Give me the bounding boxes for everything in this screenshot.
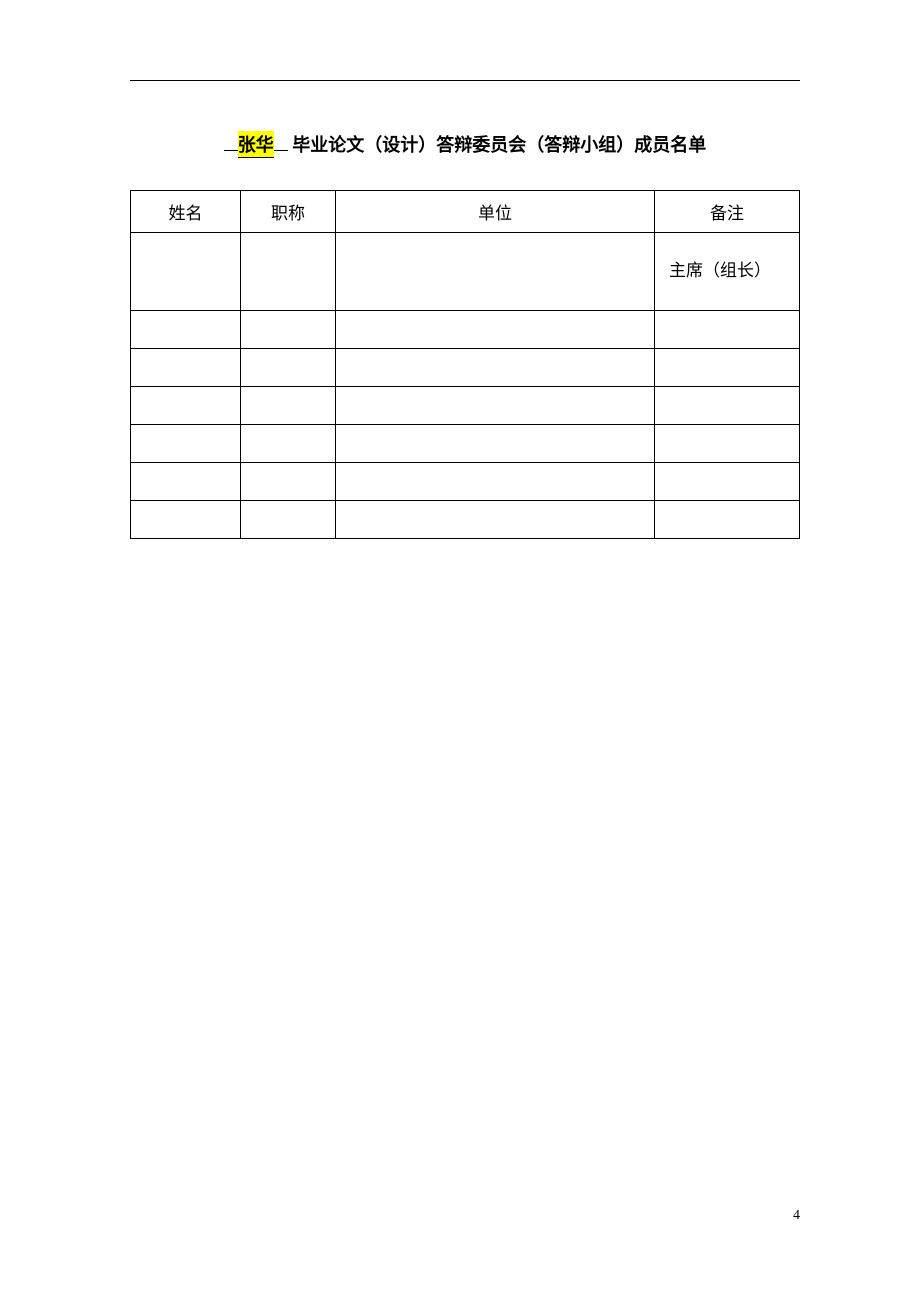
table-row: 主席（组长）: [131, 233, 800, 311]
header-name: 姓名: [131, 191, 241, 233]
header-rule: [130, 80, 800, 81]
cell-name: [131, 501, 241, 539]
header-title: 职称: [241, 191, 336, 233]
cell-remark: [655, 387, 800, 425]
title-suffix: 毕业论文（设计）答辩委员会（答辩小组）成员名单: [292, 135, 706, 155]
underline-left: [224, 150, 238, 151]
cell-remark: [655, 349, 800, 387]
cell-unit: [336, 425, 655, 463]
cell-remark: [655, 463, 800, 501]
cell-title: [241, 311, 336, 349]
table-row: [131, 463, 800, 501]
cell-name: [131, 387, 241, 425]
cell-title: [241, 233, 336, 311]
cell-name: [131, 425, 241, 463]
cell-unit: [336, 311, 655, 349]
cell-title: [241, 501, 336, 539]
cell-unit: [336, 387, 655, 425]
table-row: [131, 425, 800, 463]
cell-title: [241, 425, 336, 463]
cell-remark: [655, 501, 800, 539]
table-row: [131, 311, 800, 349]
committee-table: 姓名 职称 单位 备注 主席（组长）: [130, 190, 800, 539]
cell-title: [241, 463, 336, 501]
cell-name: [131, 463, 241, 501]
cell-remark: [655, 311, 800, 349]
header-remark: 备注: [655, 191, 800, 233]
table-row: [131, 349, 800, 387]
cell-unit: [336, 463, 655, 501]
table-row: [131, 387, 800, 425]
header-unit: 单位: [336, 191, 655, 233]
cell-name: [131, 311, 241, 349]
highlighted-name: 张华: [238, 131, 274, 158]
table-header-row: 姓名 职称 单位 备注: [131, 191, 800, 233]
page-number: 4: [793, 1208, 800, 1224]
underline-right: [274, 150, 288, 151]
cell-title: [241, 349, 336, 387]
cell-unit: [336, 349, 655, 387]
table-row: [131, 501, 800, 539]
cell-remark: [655, 425, 800, 463]
cell-name: [131, 233, 241, 311]
cell-name: [131, 349, 241, 387]
cell-unit: [336, 501, 655, 539]
cell-title: [241, 387, 336, 425]
cell-remark: 主席（组长）: [655, 233, 800, 311]
cell-unit: [336, 233, 655, 311]
page-content: 张华 毕业论文（设计）答辩委员会（答辩小组）成员名单 姓名 职称 单位 备注 主…: [0, 0, 920, 599]
document-title: 张华 毕业论文（设计）答辩委员会（答辩小组）成员名单: [130, 131, 800, 158]
